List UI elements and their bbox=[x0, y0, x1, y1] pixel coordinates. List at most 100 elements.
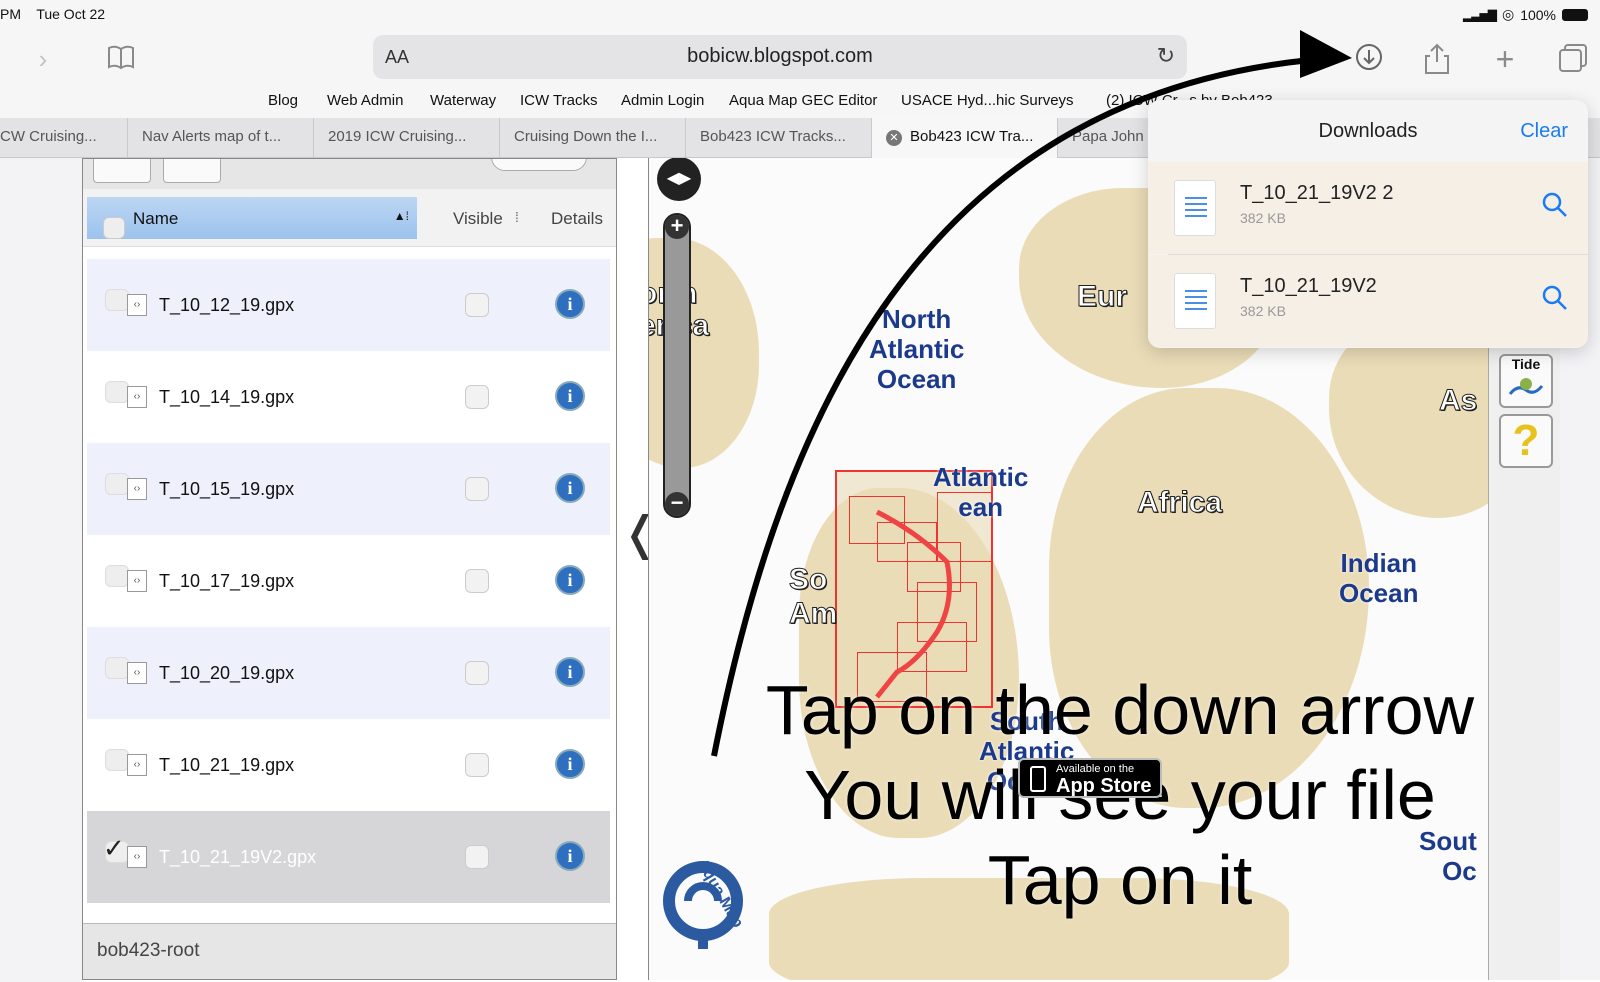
select-all-checkbox[interactable] bbox=[103, 217, 125, 239]
visible-checkbox[interactable] bbox=[465, 293, 489, 317]
table-row[interactable]: ‹› T_10_15_19.gpx i bbox=[87, 443, 610, 535]
name-column-header[interactable]: Name ▲⁞ bbox=[87, 197, 417, 239]
info-icon[interactable]: i bbox=[555, 473, 585, 503]
tab-nav-alerts[interactable]: Nav Alerts map of t... bbox=[128, 118, 314, 158]
magnifier-icon[interactable] bbox=[1540, 283, 1570, 313]
tab-cruising-down[interactable]: Cruising Down the I... bbox=[500, 118, 686, 158]
app-store-badge[interactable]: Available on the App Store bbox=[1018, 758, 1162, 798]
help-button[interactable]: ? bbox=[1499, 414, 1553, 468]
visible-checkbox[interactable] bbox=[465, 845, 489, 869]
visible-column-header[interactable]: Visible bbox=[453, 209, 503, 229]
import-button[interactable] bbox=[93, 159, 151, 183]
row-checkbox[interactable] bbox=[105, 657, 129, 679]
download-item[interactable]: T_10_21_19V2 2 382 KB bbox=[1148, 162, 1588, 254]
name-header-label: Name bbox=[133, 209, 179, 228]
app-store-text: App Store bbox=[1056, 775, 1152, 797]
instruction-line-3: Tap on it bbox=[987, 841, 1253, 919]
bookmark-waterway[interactable]: Waterway bbox=[430, 92, 496, 109]
label-north-atlantic: North Atlantic Ocean bbox=[869, 304, 965, 394]
checkmark-icon: ✓ bbox=[103, 833, 125, 863]
app-store-small-text: Available on the bbox=[1056, 763, 1135, 775]
visible-checkbox[interactable] bbox=[465, 661, 489, 685]
sort-asc-icon: ▲⁞ bbox=[393, 209, 409, 223]
table-row[interactable]: ‹› T_10_20_19.gpx i bbox=[87, 627, 610, 719]
bookmark-usace[interactable]: USACE Hyd...hic Surveys bbox=[901, 92, 1074, 109]
row-checkbox[interactable] bbox=[105, 473, 129, 495]
details-column-header[interactable]: Details bbox=[551, 209, 603, 229]
close-tab-icon[interactable]: ✕ bbox=[886, 130, 902, 146]
tab-papa-john[interactable]: Papa John bbox=[1058, 118, 1158, 158]
land-asia bbox=[1329, 318, 1488, 518]
tab-cw-cruising[interactable]: CW Cruising... bbox=[0, 118, 128, 158]
zoom-in-icon[interactable]: + bbox=[665, 215, 689, 239]
file-name: T_10_21_19V2.gpx bbox=[159, 847, 317, 867]
export-button[interactable] bbox=[163, 159, 221, 183]
row-checkbox[interactable] bbox=[105, 749, 129, 771]
url-text[interactable]: bobicw.blogspot.com bbox=[373, 45, 1187, 68]
bookmark-icw-tracks[interactable]: ICW Tracks bbox=[520, 92, 598, 109]
forward-icon[interactable]: › bbox=[26, 42, 60, 76]
status-left: PM Tue Oct 22 bbox=[0, 6, 105, 22]
bookmark-web-admin[interactable]: Web Admin bbox=[327, 92, 403, 109]
table-row[interactable]: ‹› T_10_21_19.gpx i bbox=[87, 719, 610, 811]
gpx-file-icon: ‹› bbox=[127, 386, 147, 408]
gpx-file-icon: ‹› bbox=[127, 570, 147, 592]
table-row[interactable]: ‹› T_10_14_19.gpx i bbox=[87, 351, 610, 443]
download-file-name: T_10_21_19V2 2 bbox=[1240, 182, 1394, 204]
tab-bob423-active[interactable]: ✕ Bob423 ICW Tra... bbox=[872, 118, 1058, 158]
info-icon[interactable]: i bbox=[555, 565, 585, 595]
info-icon[interactable]: i bbox=[555, 289, 585, 319]
bookmark-gec-editor[interactable]: Aqua Map GEC Editor bbox=[729, 92, 877, 109]
tabs-icon[interactable] bbox=[1556, 42, 1590, 76]
download-item[interactable]: T_10_21_19V2 382 KB bbox=[1148, 255, 1588, 347]
info-icon[interactable]: i bbox=[555, 749, 585, 779]
visible-checkbox[interactable] bbox=[465, 753, 489, 777]
file-name: T_10_14_19.gpx bbox=[159, 387, 295, 407]
file-name: T_10_12_19.gpx bbox=[159, 295, 295, 315]
downloads-icon[interactable] bbox=[1352, 42, 1386, 76]
folder-path: bob423-root bbox=[97, 940, 200, 961]
zoom-slider[interactable]: ◀▶ + − bbox=[657, 158, 701, 518]
clear-downloads-button[interactable]: Clear bbox=[1520, 120, 1568, 143]
download-file-size: 382 KB bbox=[1240, 303, 1286, 319]
file-panel: Name ▲⁞ Visible ⁞ Details ‹› T_10_12_19.… bbox=[82, 158, 617, 980]
column-resize-icon[interactable]: ⁞ bbox=[515, 209, 519, 225]
tide-label: Tide bbox=[1511, 356, 1541, 372]
label-asia: As bbox=[1438, 384, 1478, 418]
label-africa: Africa bbox=[1136, 486, 1223, 520]
info-icon[interactable]: i bbox=[555, 657, 585, 687]
tab-bob423-tracks[interactable]: Bob423 ICW Tracks... bbox=[686, 118, 872, 158]
file-name: T_10_20_19.gpx bbox=[159, 663, 295, 683]
tab-2019-icw[interactable]: 2019 ICW Cruising... bbox=[314, 118, 500, 158]
table-row[interactable]: ‹› T_10_12_19.gpx i bbox=[87, 259, 610, 351]
tab-label: Cruising Down the I... bbox=[514, 128, 658, 145]
address-bar[interactable]: AA bobicw.blogspot.com ↻ bbox=[373, 35, 1187, 79]
info-icon[interactable]: i bbox=[555, 381, 585, 411]
gpx-file-icon: ‹› bbox=[127, 478, 147, 500]
row-checkbox[interactable] bbox=[105, 381, 129, 403]
visible-checkbox[interactable] bbox=[465, 385, 489, 409]
new-tab-icon[interactable]: + bbox=[1488, 42, 1522, 76]
info-icon[interactable]: i bbox=[555, 841, 585, 871]
bookmark-blog[interactable]: Blog bbox=[268, 92, 298, 109]
status-time: PM bbox=[0, 6, 21, 22]
visible-checkbox[interactable] bbox=[465, 477, 489, 501]
gpx-file-icon: ‹› bbox=[127, 754, 147, 776]
magnifier-icon[interactable] bbox=[1540, 190, 1570, 220]
table-row[interactable]: ‹› T_10_17_19.gpx i bbox=[87, 535, 610, 627]
tide-button[interactable]: Tide bbox=[1499, 354, 1553, 408]
table-row-selected[interactable]: ✓ ‹› T_10_21_19V2.gpx i bbox=[87, 811, 610, 903]
share-icon[interactable] bbox=[1420, 42, 1454, 76]
visible-checkbox[interactable] bbox=[465, 569, 489, 593]
bookmarks-icon[interactable] bbox=[104, 42, 138, 76]
row-checkbox[interactable] bbox=[105, 289, 129, 311]
zoom-out-icon[interactable]: − bbox=[665, 492, 689, 516]
pan-control-icon[interactable]: ◀▶ bbox=[657, 158, 701, 201]
document-icon bbox=[1174, 273, 1216, 329]
reload-icon[interactable]: ↻ bbox=[1157, 43, 1175, 69]
tab-label: 2019 ICW Cruising... bbox=[328, 128, 467, 145]
row-checkbox[interactable] bbox=[105, 565, 129, 587]
bookmark-admin-login[interactable]: Admin Login bbox=[621, 92, 704, 109]
label-indian: Indian Ocean bbox=[1339, 548, 1419, 608]
panel-action-button[interactable] bbox=[491, 159, 587, 171]
